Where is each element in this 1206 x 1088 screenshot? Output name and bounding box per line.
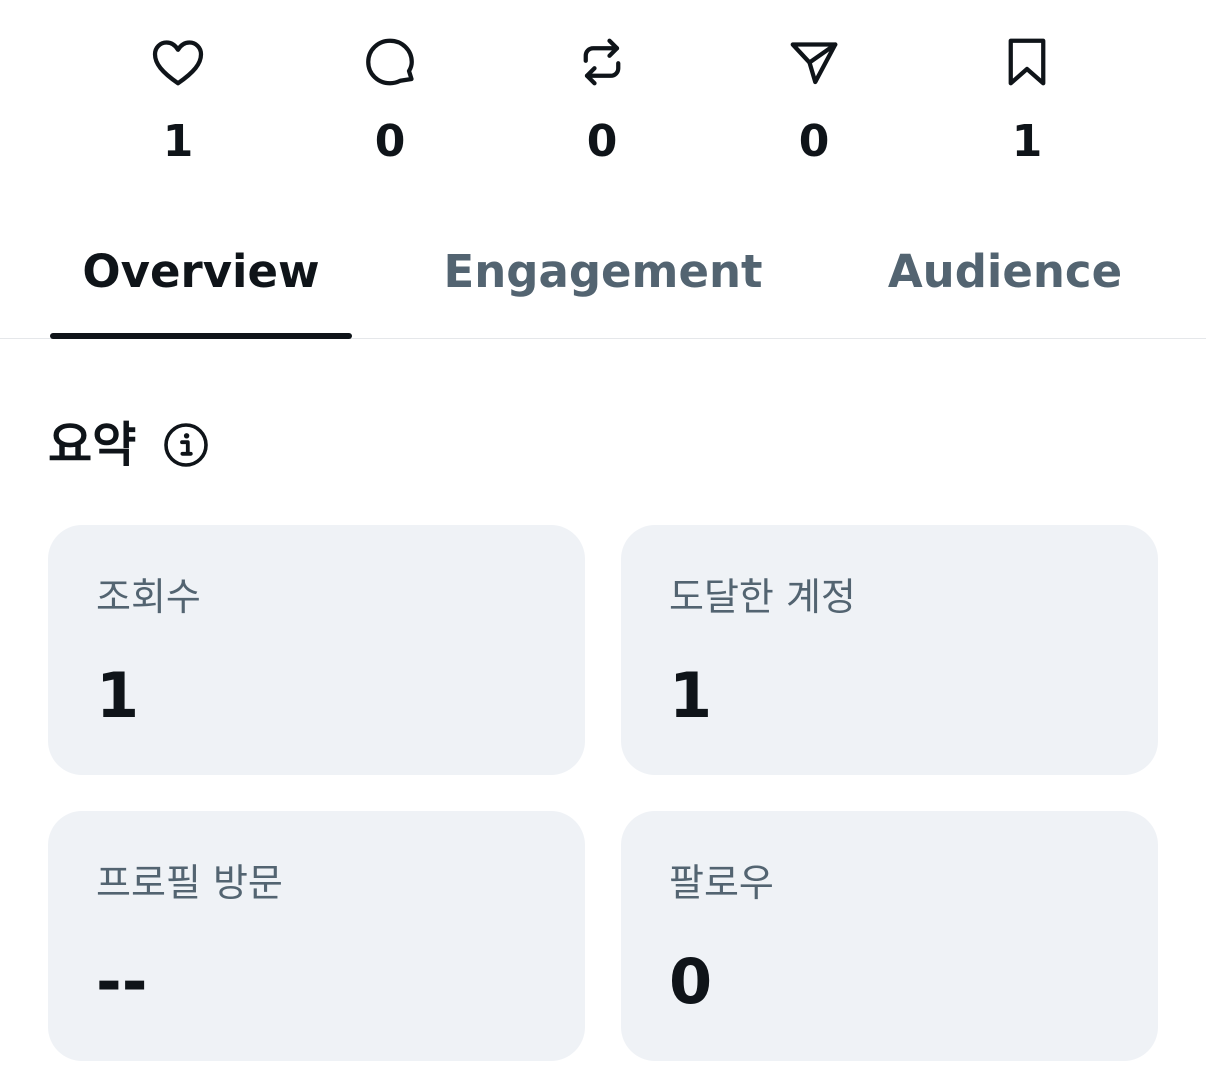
shares-stat[interactable]: 0 <box>744 30 884 180</box>
reposts-stat[interactable]: 0 <box>532 30 672 180</box>
engagement-stats-row: 1 0 0 0 1 <box>0 30 1206 180</box>
profile-visits-value: -- <box>96 945 148 1018</box>
post-insights-page: 1 0 0 0 1 Overview Engagement Audience 요… <box>0 0 1206 1088</box>
tab-audience-label: Audience <box>887 245 1123 298</box>
active-tab-indicator <box>50 333 352 339</box>
summary-title: 요약 <box>48 417 137 473</box>
bookmarks-stat[interactable]: 1 <box>957 30 1097 180</box>
insights-tab-bar: Overview Engagement Audience <box>0 225 1206 339</box>
comments-count: 0 <box>374 116 406 167</box>
profile-visits-card: 프로필 방문 -- <box>48 811 585 1061</box>
comments-stat[interactable]: 0 <box>320 30 460 180</box>
comment-icon <box>358 30 422 94</box>
follows-value: 0 <box>669 945 713 1018</box>
tab-engagement-label: Engagement <box>443 245 763 298</box>
likes-stat[interactable]: 1 <box>108 30 248 180</box>
views-value: 1 <box>96 659 140 732</box>
reached-accounts-label: 도달한 계정 <box>669 575 856 619</box>
summary-header: 요약 <box>48 412 210 478</box>
info-icon[interactable] <box>162 421 210 469</box>
profile-visits-label: 프로필 방문 <box>96 861 283 905</box>
follows-card: 팔로우 0 <box>621 811 1158 1061</box>
views-card: 조회수 1 <box>48 525 585 775</box>
tab-overview[interactable]: Overview <box>50 225 352 339</box>
tab-engagement[interactable]: Engagement <box>432 225 774 338</box>
heart-icon <box>146 30 210 94</box>
likes-count: 1 <box>162 116 194 167</box>
reached-accounts-card: 도달한 계정 1 <box>621 525 1158 775</box>
follows-label: 팔로우 <box>669 861 774 905</box>
shares-count: 0 <box>798 116 830 167</box>
reposts-count: 0 <box>586 116 618 167</box>
bookmarks-count: 1 <box>1011 116 1043 167</box>
tab-overview-label: Overview <box>82 245 320 298</box>
tab-audience[interactable]: Audience <box>874 225 1136 338</box>
bookmark-icon <box>995 30 1059 94</box>
share-icon <box>782 30 846 94</box>
views-label: 조회수 <box>96 575 201 619</box>
repost-icon <box>570 30 634 94</box>
reached-accounts-value: 1 <box>669 659 713 732</box>
